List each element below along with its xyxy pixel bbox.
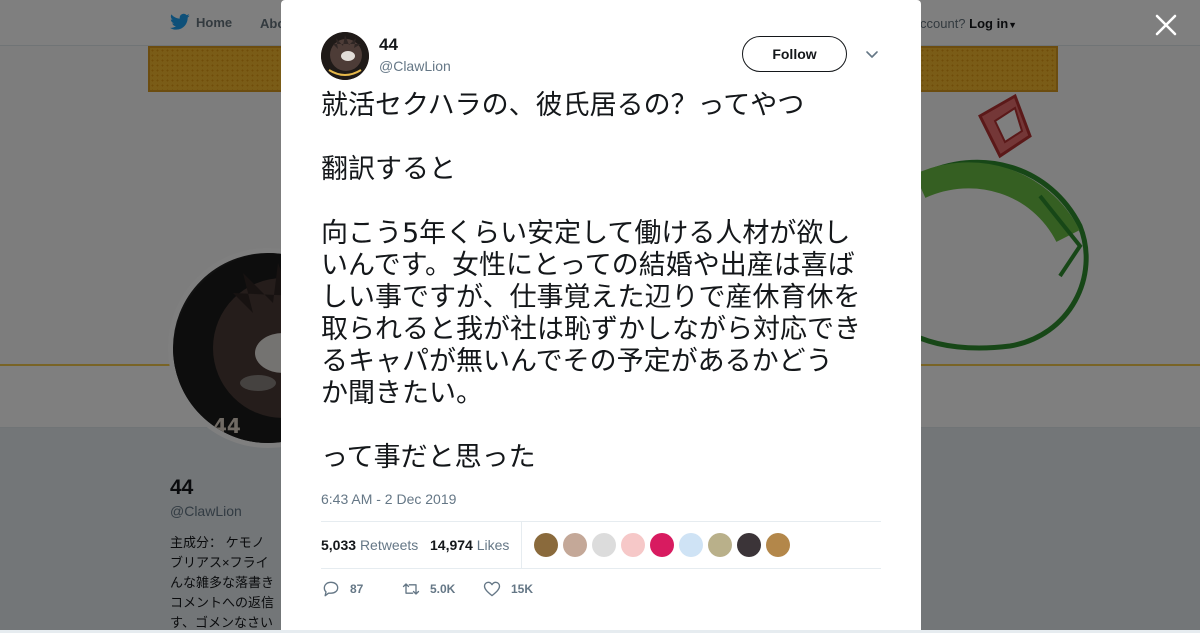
reply-button[interactable]: 87 — [321, 579, 363, 599]
tweet-text-line: 向こう5年くらい安定して働ける人材が欲し — [321, 218, 851, 249]
liker-avatar[interactable] — [737, 533, 761, 557]
retweet-icon — [402, 583, 420, 595]
tweet-text-line: るキャパが無いんでその予定があるかどう — [321, 346, 833, 377]
retweet-action-count: 5.0K — [430, 582, 456, 596]
reply-icon — [323, 581, 339, 597]
tweet-text-line: 就活セクハラの、彼氏居るの？ってやつ — [321, 90, 805, 121]
stats-divider — [521, 522, 522, 569]
author-handle[interactable]: @ClawLion — [379, 58, 451, 74]
tweet-text-line: しい事ですが、仕事覚えた辺りで産休育休を — [321, 282, 861, 313]
retweets-stat[interactable]: 5,033 Retweets — [321, 537, 418, 553]
author-avatar[interactable] — [321, 32, 369, 80]
likes-label: Likes — [476, 537, 510, 553]
tweet-text-line — [321, 122, 891, 154]
retweet-button[interactable]: 5.0K — [401, 579, 455, 599]
retweets-label: Retweets — [359, 537, 419, 553]
tweet-actions: 87 5.0K 15K — [321, 579, 881, 603]
tweet-text-line — [321, 410, 891, 442]
tweet-text: 就活セクハラの、彼氏居るの？ってやつ 翻訳すると 向こう5年くらい安定して働ける… — [321, 90, 891, 474]
tweet-text-line: 取られると我が社は恥ずかしながら対応でき — [321, 314, 861, 345]
liker-avatar[interactable] — [534, 533, 558, 557]
reply-count: 87 — [350, 582, 364, 596]
follow-button[interactable]: Follow — [742, 36, 847, 72]
liker-avatar[interactable] — [708, 533, 732, 557]
tweet-timestamp[interactable]: 6:43 AM - 2 Dec 2019 — [321, 491, 456, 507]
likes-count: 14,974 — [430, 537, 473, 553]
tweet-text-line: 翻訳すると — [321, 154, 456, 185]
close-icon[interactable] — [1153, 12, 1179, 38]
chevron-down-icon[interactable] — [865, 47, 879, 61]
liker-avatar[interactable] — [621, 533, 645, 557]
tweet-text-line — [321, 186, 891, 218]
like-action-count: 15K — [511, 582, 534, 596]
tweet-text-line: って事だと思った — [321, 442, 536, 473]
heart-icon — [483, 581, 501, 597]
retweets-count: 5,033 — [321, 537, 357, 553]
like-button[interactable]: 15K — [482, 579, 533, 599]
tweet-modal: 44 @ClawLion Follow 就活セクハラの、彼氏居るの？ってやつ 翻… — [281, 0, 921, 630]
author-avatar-art — [321, 32, 369, 80]
tweet-stats: 5,033 Retweets 14,974 Likes — [321, 521, 881, 569]
author-name[interactable]: 44 — [379, 35, 398, 55]
liker-avatar[interactable] — [563, 533, 587, 557]
liker-avatar[interactable] — [592, 533, 616, 557]
likes-stat[interactable]: 14,974 Likes — [430, 537, 509, 553]
tweet-text-line: いんです。女性にとっての結婚や出産は喜ば — [321, 250, 855, 281]
liker-avatars — [534, 533, 790, 557]
liker-avatar[interactable] — [766, 533, 790, 557]
liker-avatar[interactable] — [650, 533, 674, 557]
liker-avatar[interactable] — [679, 533, 703, 557]
tweet-text-line: か聞きたい。 — [321, 378, 483, 409]
